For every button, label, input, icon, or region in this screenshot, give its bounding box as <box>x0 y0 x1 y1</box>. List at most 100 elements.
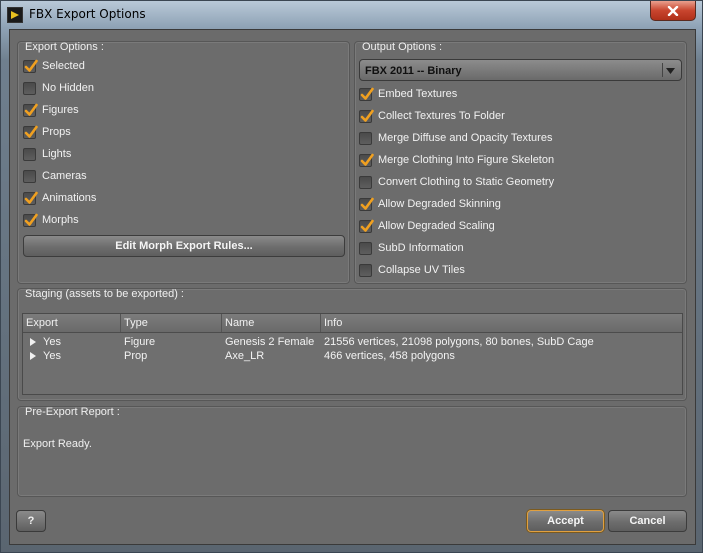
checkbox-label: Merge Clothing Into Figure Skeleton <box>378 154 555 166</box>
help-button[interactable]: ? <box>16 510 46 532</box>
checkbox-label: Collect Textures To Folder <box>378 110 505 122</box>
export_options-checkbox-row[interactable]: Props <box>23 124 71 140</box>
format-select[interactable]: FBX 2011 -- Binary <box>359 59 682 81</box>
checkbox[interactable] <box>359 131 372 145</box>
checkbox-label: SubD Information <box>378 242 464 254</box>
output_options-checkbox-row[interactable]: Allow Degraded Scaling <box>359 218 495 234</box>
output-options-group: Output Options : FBX 2011 -- Binary Embe… <box>354 41 687 284</box>
cell-info: 21556 vertices, 21098 polygons, 80 bones… <box>324 336 594 348</box>
checkbox-label: Merge Diffuse and Opacity Textures <box>378 132 553 144</box>
report-group: Pre-Export Report : <box>17 406 687 497</box>
format-select-value: FBX 2011 -- Binary <box>365 65 462 77</box>
cancel-button[interactable]: Cancel <box>608 510 687 532</box>
checkbox-label: Morphs <box>42 214 79 226</box>
export_options-checkbox-row[interactable]: Lights <box>23 146 71 162</box>
export_options-checkbox-row[interactable]: Figures <box>23 102 79 118</box>
output_options-checkbox-row[interactable]: Collapse UV Tiles <box>359 262 465 278</box>
export_options-checkbox-row[interactable]: Selected <box>23 58 85 74</box>
checkbox[interactable] <box>359 87 374 101</box>
checkbox[interactable] <box>23 125 38 139</box>
column-header-name[interactable]: Name <box>222 314 321 332</box>
checkbox-label: Embed Textures <box>378 88 458 100</box>
checkbox[interactable] <box>359 263 372 277</box>
cell-info: 466 vertices, 458 polygons <box>324 350 455 362</box>
checkbox-label: Selected <box>42 60 85 72</box>
window-title: FBX Export Options <box>29 7 146 21</box>
report-title: Pre-Export Report : <box>25 406 120 418</box>
checkbox[interactable] <box>359 197 374 211</box>
output-options-title: Output Options : <box>362 41 443 53</box>
checkmark-icon <box>360 87 374 100</box>
checkbox[interactable] <box>23 147 36 161</box>
staging-title: Staging (assets to be exported) : <box>25 288 184 300</box>
cell-type: Prop <box>124 350 148 362</box>
window-frame: FBX Export Options Export Options : Sele… <box>0 0 703 553</box>
table-row[interactable]: Yes Prop Axe_LR 466 vertices, 458 polygons <box>23 349 682 363</box>
output_options-checkbox-row[interactable]: Collect Textures To Folder <box>359 108 505 124</box>
checkbox-label: Collapse UV Tiles <box>378 264 465 276</box>
close-button[interactable] <box>650 1 696 21</box>
output_options-checkbox-row[interactable]: SubD Information <box>359 240 464 256</box>
staging-table: Export Type Name Info Yes Figure Genesis 2… <box>22 313 683 395</box>
output_options-checkbox-row[interactable]: Merge Diffuse and Opacity Textures <box>359 130 552 146</box>
output_options-checkbox-row[interactable]: Embed Textures <box>359 86 457 102</box>
export-options-group: Export Options : Selected No Hidden Figure… <box>17 41 350 284</box>
checkbox-label: Allow Degraded Skinning <box>378 198 501 210</box>
checkbox[interactable] <box>23 213 38 227</box>
export_options-checkbox-row[interactable]: No Hidden <box>23 80 94 96</box>
checkmark-icon <box>24 125 38 138</box>
checkbox-label: Animations <box>42 192 97 204</box>
close-icon <box>667 5 679 16</box>
cell-type: Figure <box>124 336 156 348</box>
export-options-title: Export Options : <box>25 41 104 53</box>
export_options-checkbox-row[interactable]: Animations <box>23 190 96 206</box>
checkbox[interactable] <box>359 219 374 233</box>
column-header-export[interactable]: Export <box>23 314 121 332</box>
checkmark-icon <box>360 197 374 210</box>
dialog-body: Export Options : Selected No Hidden Figure… <box>9 29 696 545</box>
title-bar[interactable]: FBX Export Options <box>1 1 703 28</box>
checkmark-icon <box>360 109 374 122</box>
app-icon <box>7 7 23 23</box>
edit-morph-export-rules-button[interactable]: Edit Morph Export Rules... <box>23 235 345 257</box>
checkmark-icon <box>24 103 38 116</box>
expand-arrow-icon[interactable] <box>30 338 36 346</box>
checkbox-label: No Hidden <box>42 82 94 94</box>
checkbox[interactable] <box>23 59 38 73</box>
checkbox[interactable] <box>359 175 372 189</box>
chevron-down-icon <box>666 68 675 74</box>
cell-export: Yes <box>43 336 61 348</box>
report-text: Export Ready. <box>23 438 92 450</box>
help-icon: ? <box>27 515 35 527</box>
checkbox[interactable] <box>23 81 36 95</box>
checkbox[interactable] <box>23 103 38 117</box>
checkbox[interactable] <box>23 169 36 183</box>
checkbox-label: Figures <box>42 104 79 116</box>
format-select-divider <box>662 63 663 77</box>
checkmark-icon <box>360 153 374 166</box>
checkbox-label: Lights <box>42 148 72 160</box>
output_options-checkbox-row[interactable]: Merge Clothing Into Figure Skeleton <box>359 152 554 168</box>
checkmark-icon <box>360 219 374 232</box>
column-header-type[interactable]: Type <box>121 314 222 332</box>
export_options-checkbox-row[interactable]: Cameras <box>23 168 87 184</box>
checkbox[interactable] <box>23 191 38 205</box>
checkbox-label: Convert Clothing to Static Geometry <box>378 176 555 188</box>
table-row[interactable]: Yes Figure Genesis 2 Female 21556 vertices,… <box>23 335 682 349</box>
export_options-checkbox-row[interactable]: Morphs <box>23 212 79 228</box>
checkmark-icon <box>24 213 38 226</box>
checkbox[interactable] <box>359 241 372 255</box>
accept-button[interactable]: Accept <box>527 510 604 532</box>
cell-export: Yes <box>43 350 61 362</box>
output_options-checkbox-row[interactable]: Convert Clothing to Static Geometry <box>359 174 554 190</box>
cell-name: Genesis 2 Female <box>225 336 315 348</box>
staging-group: Staging (assets to be exported) : Export… <box>17 288 687 401</box>
expand-arrow-icon[interactable] <box>30 352 36 360</box>
cell-name: Axe_LR <box>225 350 265 362</box>
checkbox[interactable] <box>359 109 374 123</box>
output_options-checkbox-row[interactable]: Allow Degraded Skinning <box>359 196 501 212</box>
checkbox[interactable] <box>359 153 374 167</box>
checkmark-icon <box>24 59 38 72</box>
column-header-info[interactable]: Info <box>321 314 683 332</box>
table-header: Export Type Name Info <box>23 314 682 333</box>
